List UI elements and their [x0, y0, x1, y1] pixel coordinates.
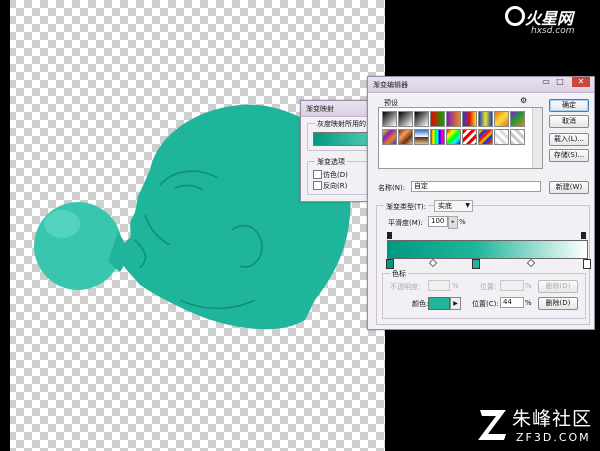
bubble: [34, 202, 122, 290]
preset-black-white-icon[interactable]: [414, 111, 429, 127]
preset-chrome-icon[interactable]: [414, 129, 429, 145]
opacity-location-field: [500, 280, 524, 291]
opacity-stop-left[interactable]: [387, 232, 392, 239]
close-icon[interactable]: ✕: [572, 77, 590, 87]
preset-spectrum-icon[interactable]: [430, 129, 445, 145]
preset-yellow-violet-orange-blue-icon[interactable]: [382, 129, 397, 145]
name-field[interactable]: 自定: [411, 181, 541, 192]
preset-red-green-icon[interactable]: [430, 111, 445, 127]
smoothness-field[interactable]: 100: [428, 216, 448, 227]
gradient-mapped-image: [34, 104, 351, 330]
ok-button[interactable]: 确定: [549, 99, 589, 112]
preset-violet-green-orange-icon[interactable]: [510, 111, 525, 127]
gradient-editor-dialog: 渐变编辑器 ▭ □ ✕ 预设 ⚙ 确定 取消 载入(L)... 存储(S)...…: [367, 76, 595, 330]
preset-transparent-stripes-icon[interactable]: [462, 129, 477, 145]
minimize-icon[interactable]: ▭: [540, 77, 552, 87]
presets-menu-gear-icon[interactable]: ⚙: [520, 96, 527, 105]
preset-copper-icon[interactable]: [398, 129, 413, 145]
maximize-icon[interactable]: □: [554, 77, 566, 87]
presets-grid: [382, 111, 527, 165]
color-menu-arrow-icon[interactable]: ▶: [450, 297, 461, 310]
presets-panel: [378, 107, 543, 169]
gradient-map-dialog: 渐变映射 灰度映射所用的 渐变选项 仿色(D) 反向(R): [300, 100, 379, 202]
color-stop-left[interactable]: [386, 259, 394, 269]
reverse-checkbox[interactable]: [313, 181, 322, 190]
cancel-button[interactable]: 取消: [549, 115, 589, 128]
gradient-map-titlebar[interactable]: 渐变映射: [301, 101, 373, 117]
preset-blue-red-yellow-icon[interactable]: [462, 111, 477, 127]
color-stop-right[interactable]: [583, 259, 591, 269]
hxsd-logo: 火星网 hxsd.com: [505, 4, 597, 40]
preset-fg-bg-icon[interactable]: [382, 111, 397, 127]
color-swatch[interactable]: [428, 297, 450, 310]
preset-stripes-multi-icon[interactable]: [478, 129, 493, 145]
hxsd-swirl-icon: [505, 6, 525, 26]
preset-violet-orange-icon[interactable]: [446, 111, 461, 127]
delete-color-stop-button[interactable]: 删除(D): [538, 297, 578, 310]
preset-orange-yellow-orange-icon[interactable]: [494, 111, 509, 127]
dither-checkbox[interactable]: [313, 170, 322, 179]
zf3d-z-icon: [478, 410, 506, 440]
preset-blue-yellow-blue-icon[interactable]: [478, 111, 493, 127]
chevron-down-icon: ▼: [465, 202, 470, 209]
opacity-stop-right[interactable]: [581, 232, 586, 239]
color-location-field[interactable]: 44: [500, 297, 524, 308]
gradient-type-select[interactable]: 实底 ▼: [434, 200, 473, 212]
preset-checker-2-icon[interactable]: [510, 129, 525, 145]
gradient-preview-bar[interactable]: [387, 240, 588, 259]
preset-fg-transparent-icon[interactable]: [398, 111, 413, 127]
opacity-field: [428, 280, 450, 291]
presets-scrollbar[interactable]: [532, 108, 542, 168]
smoothness-dropdown-icon[interactable]: ▸: [448, 216, 458, 229]
zf3d-logo: 朱峰社区 ZF3D.COM: [476, 404, 596, 448]
delete-opacity-stop-button: 删除(D): [538, 280, 578, 293]
save-button[interactable]: 存储(S)...: [549, 149, 589, 162]
preset-transparent-rainbow-icon[interactable]: [446, 129, 461, 145]
new-button[interactable]: 新建(W): [549, 181, 589, 194]
color-stop-selected[interactable]: [471, 259, 480, 269]
preset-checker-1-icon[interactable]: [494, 129, 509, 145]
load-button[interactable]: 载入(L)...: [549, 133, 589, 146]
